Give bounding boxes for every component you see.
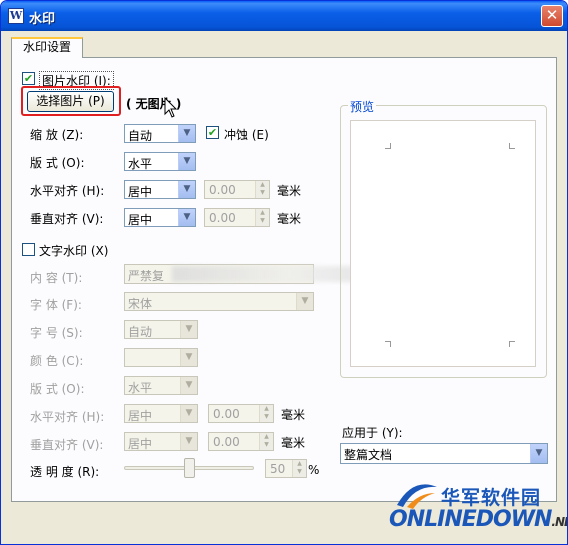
transparency-label: 透 明 度 (R): [30, 465, 100, 479]
v-align-label: 垂直对齐 (V): [30, 212, 104, 226]
apply-to-select[interactable]: 整篇文档 ▼ [340, 443, 548, 464]
size-select[interactable]: 自动 ▼ [124, 320, 198, 339]
spinner-arrows-icon[interactable]: ▲ ▼ [292, 460, 306, 477]
h-offset-unit: 毫米 [277, 184, 302, 198]
color-label: 颜 色 (C): [30, 354, 84, 368]
chevron-down-icon[interactable]: ▼ [180, 321, 197, 338]
margin-corner-icon [509, 143, 515, 149]
text-layout-select[interactable]: 水平 ▼ [124, 376, 198, 395]
text-watermark-label: 文字水印 (X) [39, 244, 109, 258]
content-label: 内 容 (T): [30, 271, 83, 285]
tab-watermark-settings[interactable]: 水印设置 [11, 37, 83, 58]
text-v-align-label: 垂直对齐 (V): [30, 438, 104, 452]
spinner-arrows-icon[interactable]: ▲ ▼ [259, 405, 273, 422]
chevron-down-icon[interactable]: ▼ [178, 153, 195, 170]
margin-corner-icon [385, 341, 391, 347]
spinner-arrows-icon[interactable]: ▲ ▼ [255, 181, 269, 198]
logo-cn-text: 华军软件园 [441, 487, 542, 509]
close-icon[interactable]: ✕ [541, 5, 563, 27]
chevron-down-icon[interactable]: ▼ [180, 377, 197, 394]
font-select[interactable]: 宋体 ▼ [124, 292, 314, 311]
size-label: 字 号 (S): [30, 326, 83, 340]
transparency-unit: % [308, 463, 320, 477]
h-align-label: 水平对齐 (H): [30, 184, 105, 198]
margin-corner-icon [385, 143, 391, 149]
text-v-offset-unit: 毫米 [281, 436, 306, 450]
spinner-arrows-icon[interactable]: ▲ ▼ [259, 433, 273, 450]
chevron-down-icon[interactable]: ▼ [178, 209, 195, 226]
chevron-down-icon[interactable]: ▼ [180, 433, 197, 450]
chevron-down-icon[interactable]: ▼ [530, 444, 547, 463]
h-offset-spinner[interactable]: 0.00 ▲ ▼ [204, 180, 270, 199]
v-offset-spinner[interactable]: 0.00 ▲ ▼ [204, 208, 270, 227]
preview-title: 预览 [348, 98, 377, 115]
settings-panel: ✔ 图片水印 (I): 选择图片 (P) ( 无图片 ) 缩 放 (Z): 自动… [11, 57, 557, 502]
scale-label: 缩 放 (Z): [30, 128, 84, 142]
mouse-cursor-icon [164, 97, 178, 118]
text-h-align-select[interactable]: 居中 ▼ [124, 404, 198, 423]
layout-label: 版 式 (O): [30, 156, 85, 170]
image-watermark-checkbox[interactable]: ✔ [22, 72, 35, 85]
spinner-arrows-icon[interactable]: ▲ ▼ [255, 209, 269, 226]
scale-select[interactable]: 自动 ▼ [124, 124, 196, 143]
v-align-select[interactable]: 居中 ▼ [124, 208, 196, 227]
apply-to-label: 应用于 (Y): [342, 426, 403, 440]
font-label: 字 体 (F): [30, 298, 82, 312]
washout-checkbox[interactable]: ✔ [206, 126, 219, 139]
chevron-down-icon[interactable]: ▼ [178, 181, 195, 198]
text-v-align-select[interactable]: 居中 ▼ [124, 432, 198, 451]
v-offset-unit: 毫米 [277, 212, 302, 226]
select-image-button[interactable]: 选择图片 (P) [27, 91, 114, 112]
title-bar[interactable]: W 水印 ✕ [1, 1, 567, 31]
washout-label: 冲蚀 (E) [224, 128, 269, 142]
logo-en-text: ONLINEDOWN.NET [389, 507, 567, 532]
margin-corner-icon [509, 341, 515, 347]
site-logo: 华军软件园 ONLINEDOWN.NET [389, 479, 567, 544]
layout-select[interactable]: 水平 ▼ [124, 152, 196, 171]
h-align-select[interactable]: 居中 ▼ [124, 180, 196, 199]
text-watermark-checkbox[interactable] [22, 243, 35, 256]
text-h-offset-spinner[interactable]: 0.00 ▲ ▼ [208, 404, 274, 423]
transparency-slider-thumb[interactable] [183, 458, 195, 478]
watermark-dialog: W 水印 ✕ 水印设置 ✔ 图片水印 (I): 选择图片 (P) ( 无图片 )… [0, 0, 568, 545]
preview-page [350, 120, 536, 367]
chevron-down-icon[interactable]: ▼ [296, 293, 313, 310]
transparency-spinner[interactable]: 50 ▲ ▼ [265, 459, 307, 478]
app-icon: W [8, 8, 24, 24]
chevron-down-icon[interactable]: ▼ [180, 405, 197, 422]
text-v-offset-spinner[interactable]: 0.00 ▲ ▼ [208, 432, 274, 451]
chevron-down-icon[interactable]: ▼ [178, 125, 195, 142]
text-h-offset-unit: 毫米 [281, 408, 306, 422]
color-select[interactable]: ▼ [124, 348, 198, 367]
text-layout-label: 版 式 (O): [30, 382, 85, 396]
text-h-align-label: 水平对齐 (H): [30, 410, 105, 424]
chevron-down-icon[interactable]: ▼ [180, 349, 197, 366]
window-title: 水印 [29, 12, 56, 27]
